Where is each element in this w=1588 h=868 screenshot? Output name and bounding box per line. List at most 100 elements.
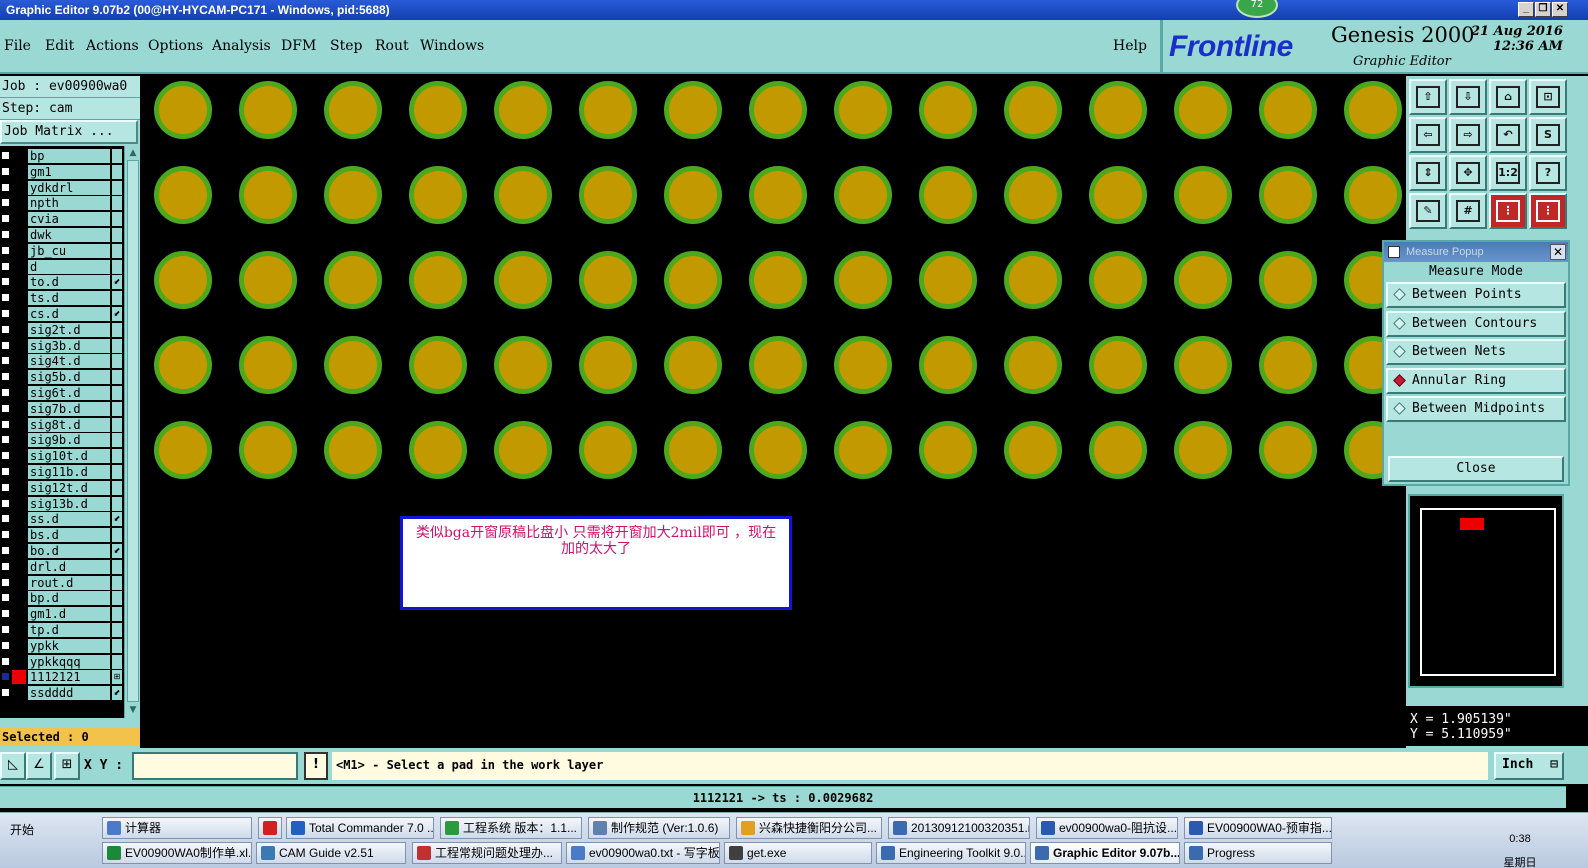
- bga-pad[interactable]: [1344, 166, 1402, 224]
- bga-pad[interactable]: [1089, 166, 1147, 224]
- restore-button[interactable]: ❐: [1535, 2, 1551, 17]
- bga-pad[interactable]: [579, 81, 637, 139]
- bga-pad[interactable]: [239, 336, 297, 394]
- bga-pad[interactable]: [409, 421, 467, 479]
- bga-pad[interactable]: [749, 251, 807, 309]
- bga-pad[interactable]: [1259, 421, 1317, 479]
- bga-pad[interactable]: [919, 166, 977, 224]
- layer-row[interactable]: bp.d: [0, 590, 124, 606]
- bga-pad[interactable]: [494, 336, 552, 394]
- bga-pad[interactable]: [1089, 421, 1147, 479]
- layer-checkbox[interactable]: [1, 672, 10, 682]
- measure-option[interactable]: Between Midpoints: [1386, 396, 1566, 422]
- bga-pad[interactable]: [664, 81, 722, 139]
- layer-name[interactable]: gm1: [28, 164, 110, 179]
- bga-pad[interactable]: [834, 336, 892, 394]
- bga-pad[interactable]: [1259, 81, 1317, 139]
- job-matrix-button[interactable]: Job Matrix ...: [0, 120, 138, 144]
- close-button[interactable]: ✕: [1552, 2, 1568, 17]
- layer-name[interactable]: npth: [28, 196, 110, 211]
- layer-checkbox[interactable]: [1, 577, 10, 587]
- menu-actions[interactable]: Actions: [86, 38, 139, 54]
- layer-row[interactable]: gm1: [0, 164, 124, 180]
- angle-icon[interactable]: ∠: [26, 752, 52, 780]
- layer-row[interactable]: sig12t.d: [0, 480, 124, 496]
- bga-pad[interactable]: [1259, 166, 1317, 224]
- grid-button[interactable]: #: [1449, 193, 1487, 229]
- layer-name[interactable]: ypkk: [28, 638, 110, 653]
- layer-checkbox[interactable]: [1, 593, 10, 603]
- menu-analysis[interactable]: Analysis: [212, 38, 271, 54]
- layer-row[interactable]: 1112121 ⊞: [0, 669, 124, 685]
- taskbar-button[interactable]: ev00900wa0.txt - 写字板: [566, 842, 720, 864]
- scale-button[interactable]: 1:2: [1489, 155, 1527, 191]
- radio-diamond-icon[interactable]: [1393, 288, 1406, 301]
- layer-checkbox[interactable]: [1, 451, 10, 461]
- layer-checkbox[interactable]: [1, 403, 10, 413]
- layer-checkbox[interactable]: [1, 609, 10, 619]
- bga-pad[interactable]: [1089, 336, 1147, 394]
- taskbar-button[interactable]: get.exe: [724, 842, 872, 864]
- layer-row[interactable]: bs.d: [0, 527, 124, 543]
- layer-checkbox[interactable]: [1, 388, 10, 397]
- scroll-thumb[interactable]: [127, 160, 139, 702]
- bga-pad[interactable]: [239, 251, 297, 309]
- taskbar-button[interactable]: 20130912100320351.r...: [888, 817, 1030, 839]
- layer-row[interactable]: dwk: [0, 227, 124, 243]
- help-button[interactable]: ?: [1529, 155, 1567, 191]
- fit-vertical-button[interactable]: ⇕: [1409, 155, 1447, 191]
- bga-pad[interactable]: [324, 336, 382, 394]
- layer-row[interactable]: ypkk: [0, 638, 124, 654]
- layer-row[interactable]: npth: [0, 195, 124, 211]
- bga-pad[interactable]: [919, 336, 977, 394]
- bga-pad[interactable]: [1344, 81, 1402, 139]
- bga-pad[interactable]: [154, 166, 212, 224]
- bga-pad[interactable]: [1174, 166, 1232, 224]
- graphic-canvas[interactable]: 类似bga开窗原稿比盘小 只需将开窗加大2mil即可 ，现在加的太大了: [142, 76, 1406, 748]
- layer-name[interactable]: sig5b.d: [28, 370, 110, 385]
- layer-name[interactable]: tp.d: [28, 623, 110, 637]
- undo-zoom-button[interactable]: ↶: [1489, 117, 1527, 153]
- layer-name[interactable]: 1112121: [28, 670, 110, 685]
- taskbar-button[interactable]: 兴森快捷衡阳分公司...: [736, 817, 882, 839]
- taskbar-button[interactable]: [258, 817, 282, 839]
- bga-pad[interactable]: [324, 421, 382, 479]
- scroll-up-icon[interactable]: ▲: [127, 147, 139, 159]
- layer-name[interactable]: sig4t.d: [28, 354, 110, 369]
- bga-pad[interactable]: [834, 81, 892, 139]
- menu-options[interactable]: Options: [148, 38, 203, 54]
- menu-dfm[interactable]: DFM: [281, 38, 316, 54]
- bga-pad[interactable]: [324, 166, 382, 224]
- menu-rout[interactable]: Rout: [375, 38, 409, 54]
- layer-row[interactable]: sig7b.d: [0, 401, 124, 417]
- bga-pad[interactable]: [749, 81, 807, 139]
- bga-pad[interactable]: [409, 251, 467, 309]
- bga-pad[interactable]: [749, 336, 807, 394]
- layer-row[interactable]: gm1.d: [0, 606, 124, 622]
- layer-name[interactable]: ypkkqqq: [28, 654, 110, 669]
- layer-name[interactable]: drl.d: [28, 559, 110, 574]
- bga-pad[interactable]: [1259, 251, 1317, 309]
- bga-pad[interactable]: [154, 251, 212, 309]
- layer-checkbox[interactable]: [1, 166, 10, 176]
- layer-checkbox[interactable]: [1, 419, 10, 429]
- bga-pad[interactable]: [664, 251, 722, 309]
- layer-row[interactable]: bo.d ⬋: [0, 543, 124, 559]
- pan-right-button[interactable]: ⇨: [1449, 117, 1487, 153]
- layer-checkbox[interactable]: [1, 546, 10, 555]
- overview-viewport[interactable]: [1460, 518, 1484, 530]
- layer-row[interactable]: tp.d: [0, 622, 124, 638]
- layer-name[interactable]: ts.d: [28, 291, 110, 306]
- bga-pad[interactable]: [239, 166, 297, 224]
- bga-pad[interactable]: [664, 421, 722, 479]
- taskbar-button[interactable]: Engineering Toolkit 9.0...: [876, 842, 1026, 864]
- radio-diamond-icon[interactable]: [1393, 316, 1406, 330]
- taskbar-button[interactable]: CAM Guide v2.51: [256, 842, 406, 864]
- layer-name[interactable]: to.d: [28, 275, 110, 290]
- minimize-button[interactable]: _: [1518, 2, 1534, 17]
- layer-name[interactable]: sig13b.d: [28, 496, 110, 511]
- bga-pad[interactable]: [239, 81, 297, 139]
- bga-pad[interactable]: [749, 166, 807, 224]
- bga-pad[interactable]: [154, 336, 212, 394]
- layer-name[interactable]: sig7b.d: [28, 401, 110, 416]
